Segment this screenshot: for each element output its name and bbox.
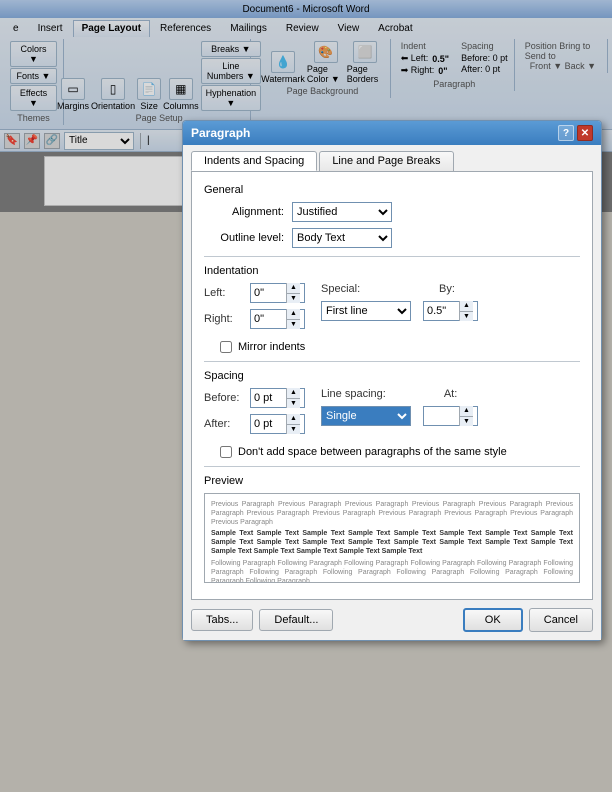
left-indent-label: Left: — [204, 287, 242, 299]
preview-sample-text: Sample Text Sample Text Sample Text Samp… — [211, 529, 573, 556]
dialog-body: General Alignment: Justified Outline lev… — [191, 171, 593, 600]
left-indent-up[interactable]: ▲ — [287, 283, 300, 294]
left-indent-input[interactable]: ▲ ▼ — [250, 283, 305, 303]
dont-add-space-row: Don't add space between paragraphs of th… — [220, 446, 580, 458]
after-down[interactable]: ▼ — [287, 425, 300, 435]
alignment-label: Alignment: — [204, 206, 284, 218]
footer-left: Tabs... Default... — [191, 609, 333, 631]
preview-gray-bottom: Following Paragraph Following Paragraph … — [211, 559, 573, 583]
general-heading: General — [204, 184, 580, 196]
preview-heading: Preview — [204, 475, 580, 487]
outline-select[interactable]: Body Text — [292, 228, 392, 248]
spacing-rows: Before: ▲ ▼ After: — [204, 388, 580, 440]
outline-row: Outline level: Body Text — [204, 228, 580, 248]
after-label: After: — [204, 418, 242, 430]
default-button[interactable]: Default... — [259, 609, 333, 631]
help-button[interactable]: ? — [558, 125, 574, 141]
at-input[interactable]: ▲ ▼ — [423, 406, 478, 426]
special-select[interactable]: First line — [321, 301, 411, 321]
left-indent-row: Left: ▲ ▼ — [204, 283, 305, 303]
tab-indents-spacing[interactable]: Indents and Spacing — [191, 151, 317, 171]
before-input[interactable]: ▲ ▼ — [250, 388, 305, 408]
before-row: Before: ▲ ▼ — [204, 388, 305, 408]
right-indent-label: Right: — [204, 313, 242, 325]
indentation-section: Indentation Left: ▲ ▼ — [204, 265, 580, 353]
special-label: Special: — [321, 283, 371, 295]
line-spacing-label: Line spacing: — [321, 388, 386, 400]
before-label: Before: — [204, 392, 242, 404]
spacing-heading: Spacing — [204, 370, 580, 382]
left-indent-down[interactable]: ▼ — [287, 294, 300, 304]
dont-add-space-checkbox[interactable] — [220, 446, 232, 458]
dialog-title-bar: Paragraph ? ✕ — [183, 121, 601, 145]
before-up[interactable]: ▲ — [287, 388, 300, 399]
special-value-row: First line ▲ ▼ — [321, 301, 478, 321]
mirror-indents-checkbox[interactable] — [220, 341, 232, 353]
preview-box: Previous Paragraph Previous Paragraph Pr… — [204, 493, 580, 583]
dialog-tabs: Indents and Spacing Line and Page Breaks — [183, 145, 601, 171]
preview-section: Preview Previous Paragraph Previous Para… — [204, 475, 580, 583]
cancel-button[interactable]: Cancel — [529, 608, 593, 632]
line-spacing-value-row: Single ▲ ▼ — [321, 406, 478, 426]
by-down[interactable]: ▼ — [460, 312, 473, 322]
by-up[interactable]: ▲ — [460, 301, 473, 312]
after-up[interactable]: ▲ — [287, 414, 300, 425]
right-indent-value[interactable] — [251, 310, 286, 328]
after-row: After: ▲ ▼ — [204, 414, 305, 434]
ok-button[interactable]: OK — [463, 608, 523, 632]
special-row: Special: By: — [321, 283, 478, 295]
mirror-indents-label: Mirror indents — [238, 341, 305, 353]
dont-add-space-label: Don't add space between paragraphs of th… — [238, 446, 507, 458]
general-section: General Alignment: Justified Outline lev… — [204, 184, 580, 248]
right-indent-row: Right: ▲ ▼ — [204, 309, 305, 329]
close-button[interactable]: ✕ — [577, 125, 593, 141]
at-value[interactable] — [424, 407, 459, 425]
at-down[interactable]: ▼ — [460, 417, 473, 427]
after-input[interactable]: ▲ ▼ — [250, 414, 305, 434]
after-value[interactable] — [251, 415, 286, 433]
line-spacing-select[interactable]: Single — [321, 406, 411, 426]
tabs-button[interactable]: Tabs... — [191, 609, 253, 631]
by-value[interactable] — [424, 302, 459, 320]
dialog-title-text: Paragraph — [191, 126, 250, 140]
alignment-row: Alignment: Justified — [204, 202, 580, 222]
dialog-title-controls: ? ✕ — [558, 125, 593, 141]
right-indent-input[interactable]: ▲ ▼ — [250, 309, 305, 329]
left-indent-value[interactable] — [251, 284, 286, 302]
paragraph-dialog: Paragraph ? ✕ Indents and Spacing Line a… — [182, 120, 602, 641]
footer-right: OK Cancel — [463, 608, 593, 632]
outline-label: Outline level: — [204, 232, 284, 244]
before-down[interactable]: ▼ — [287, 399, 300, 409]
at-label: At: — [444, 388, 457, 400]
right-indent-up[interactable]: ▲ — [287, 309, 300, 320]
tab-line-page-breaks[interactable]: Line and Page Breaks — [319, 151, 453, 171]
mirror-indents-row: Mirror indents — [220, 341, 580, 353]
preview-gray-top: Previous Paragraph Previous Paragraph Pr… — [211, 500, 573, 527]
line-spacing-label-row: Line spacing: At: — [321, 388, 478, 400]
by-label: By: — [439, 283, 455, 295]
by-input[interactable]: ▲ ▼ — [423, 301, 478, 321]
modal-overlay: Paragraph ? ✕ Indents and Spacing Line a… — [0, 0, 612, 792]
indentation-rows: Left: ▲ ▼ Right: — [204, 283, 580, 335]
alignment-select[interactable]: Justified — [292, 202, 392, 222]
spacing-section: Spacing Before: ▲ ▼ — [204, 370, 580, 458]
at-up[interactable]: ▲ — [460, 406, 473, 417]
before-value[interactable] — [251, 389, 286, 407]
indentation-heading: Indentation — [204, 265, 580, 277]
right-indent-down[interactable]: ▼ — [287, 320, 300, 330]
dialog-footer: Tabs... Default... OK Cancel — [183, 600, 601, 640]
